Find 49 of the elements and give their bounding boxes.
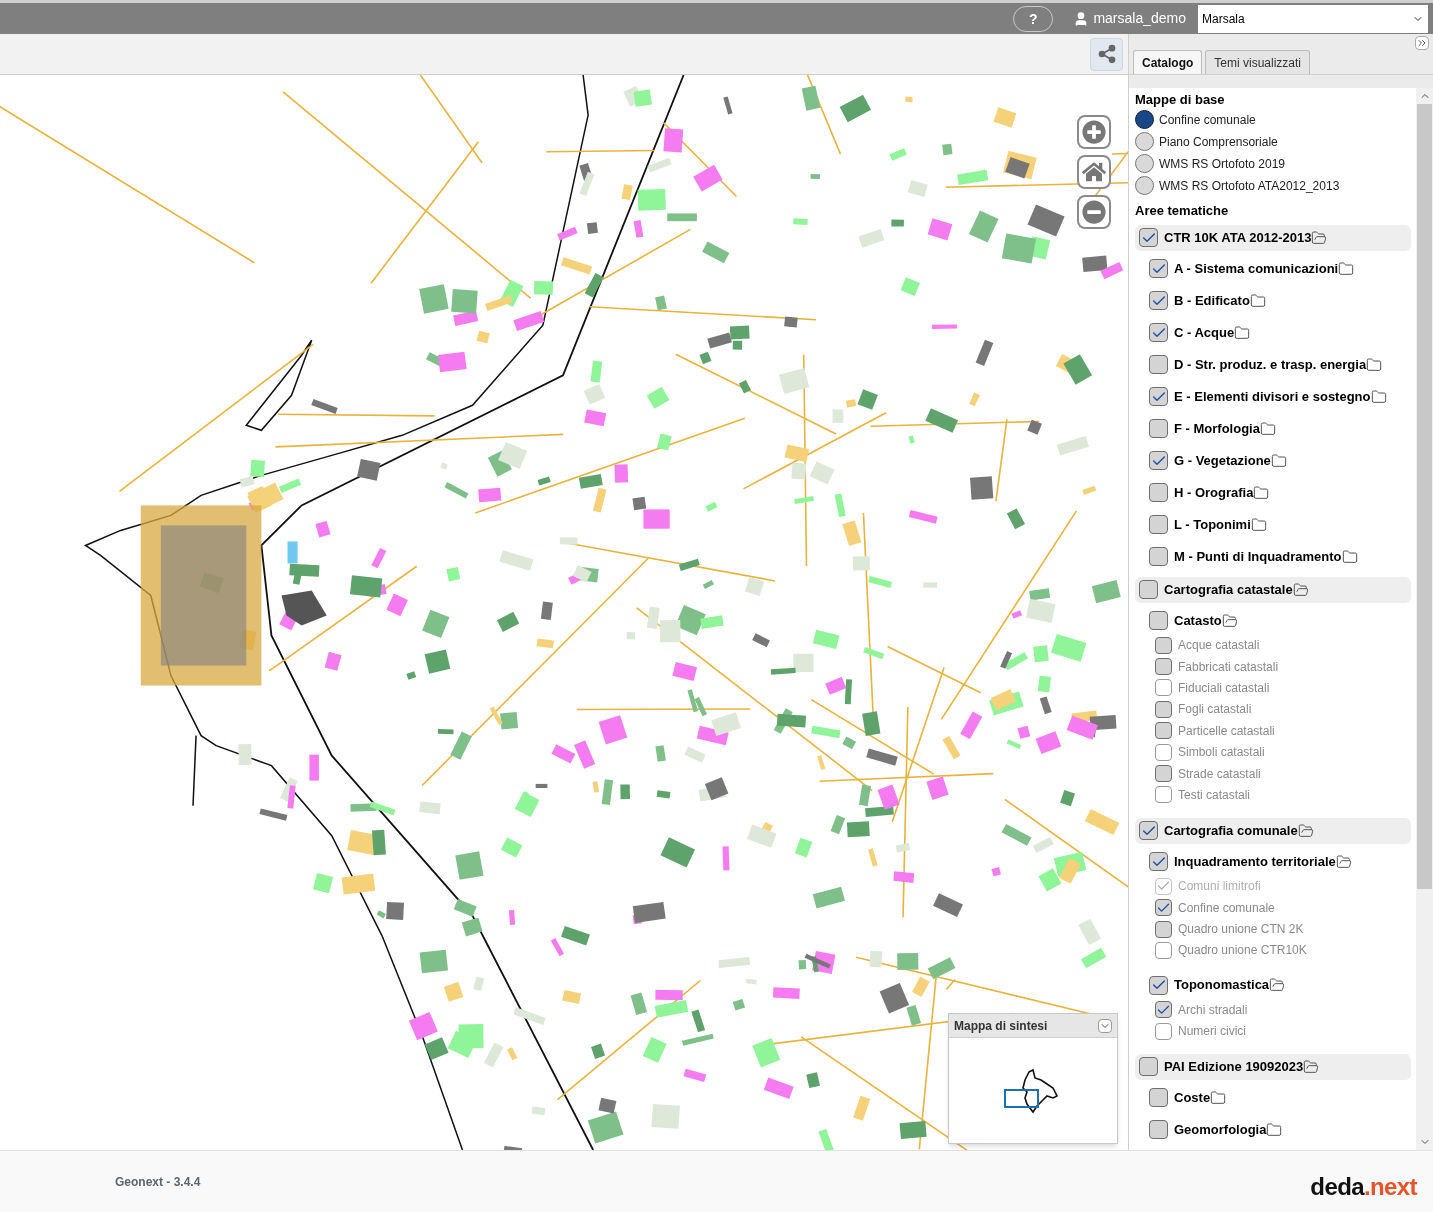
layer-label[interactable]: Fiduciali catastali <box>1178 678 1270 697</box>
layer-label[interactable]: Fogli catastali <box>1178 700 1252 719</box>
group-header[interactable]: PAI Edizione 19092023 <box>1135 1053 1411 1080</box>
layer-group-label[interactable]: B - Edificato <box>1174 290 1250 311</box>
municipality-select[interactable]: Marsala <box>1198 4 1428 33</box>
layer-label[interactable]: Strade catastali <box>1178 764 1261 783</box>
layer-group-label[interactable]: Toponomastica <box>1174 975 1270 995</box>
layer-group-label[interactable]: A - Sistema comunicazioni <box>1174 258 1339 279</box>
layer-label[interactable]: Testi catastali <box>1178 785 1251 804</box>
base-map-label[interactable]: Piano Comprensoriale <box>1159 132 1278 151</box>
layer-label[interactable]: Simboli catastali <box>1178 743 1265 762</box>
user-name: marsala_demo <box>1093 9 1186 28</box>
layer-group-label[interactable]: Catasto <box>1174 610 1222 631</box>
group-label: Cartografia comunale <box>1164 821 1298 840</box>
layer-group-label[interactable]: Coste <box>1174 1088 1211 1108</box>
panel-tab[interactable]: Temi visualizzati <box>1205 50 1311 74</box>
section-title: Mappe di base <box>1135 91 1226 109</box>
logo: deda.next <box>1310 1171 1417 1202</box>
layer-label[interactable]: Quadro unione CTN 2K <box>1178 920 1304 939</box>
group-label: PAI Edizione 19092023 <box>1164 1058 1304 1077</box>
layer-group-label[interactable]: E - Elementi divisori e sostegno <box>1174 386 1371 407</box>
overview-title: Mappa di sintesi <box>954 1017 1048 1035</box>
group-header[interactable]: Cartografia comunale <box>1135 817 1411 844</box>
base-map-label[interactable]: WMS RS Ortofoto 2019 <box>1159 154 1286 173</box>
layer-label[interactable]: Fabbricati catastali <box>1178 657 1279 676</box>
layer-group-label[interactable]: C - Acque <box>1174 322 1235 343</box>
group-label: CTR 10K ATA 2012-2013 <box>1164 228 1312 247</box>
layer-label[interactable]: Numeri civici <box>1178 1022 1246 1041</box>
base-map-label[interactable]: WMS RS Ortofoto ATA2012_2013 <box>1159 176 1340 195</box>
panel-tab[interactable]: Catalogo <box>1133 50 1203 74</box>
layer-label[interactable]: Confine comunale <box>1178 898 1275 917</box>
layer-group-label[interactable]: F - Morfologia <box>1174 418 1260 439</box>
layer-label[interactable]: Particelle catastali <box>1178 721 1275 740</box>
layer-group-label[interactable]: Inquadramento territoriale <box>1174 851 1336 872</box>
layer-group-label[interactable]: D - Str. produz. e trasp. energia <box>1174 354 1367 375</box>
group-header[interactable]: CTR 10K ATA 2012-2013 <box>1135 224 1411 251</box>
base-map-label[interactable]: Confine comunale <box>1159 110 1256 129</box>
group-header[interactable]: Cartografia catastale <box>1135 576 1411 603</box>
layer-group-label[interactable]: H - Orografia <box>1174 482 1254 503</box>
layer-label[interactable]: Archi stradali <box>1178 1000 1248 1019</box>
layer-group-label[interactable]: G - Vegetazione <box>1174 450 1271 471</box>
section-title: Aree tematiche <box>1135 201 1230 219</box>
layer-group-label[interactable]: L - Toponimi <box>1174 514 1251 535</box>
version-label: Geonext - 3.4.4 <box>115 1173 201 1191</box>
group-label: Cartografia catastale <box>1164 580 1293 599</box>
layer-label[interactable]: Acque catastali <box>1178 636 1260 655</box>
layer-group-label[interactable]: Geomorfologia <box>1174 1120 1267 1140</box>
layer-group-label[interactable]: M - Punti di Inquadramento <box>1174 546 1342 567</box>
layer-label[interactable]: Quadro unione CTR10K <box>1178 941 1307 960</box>
